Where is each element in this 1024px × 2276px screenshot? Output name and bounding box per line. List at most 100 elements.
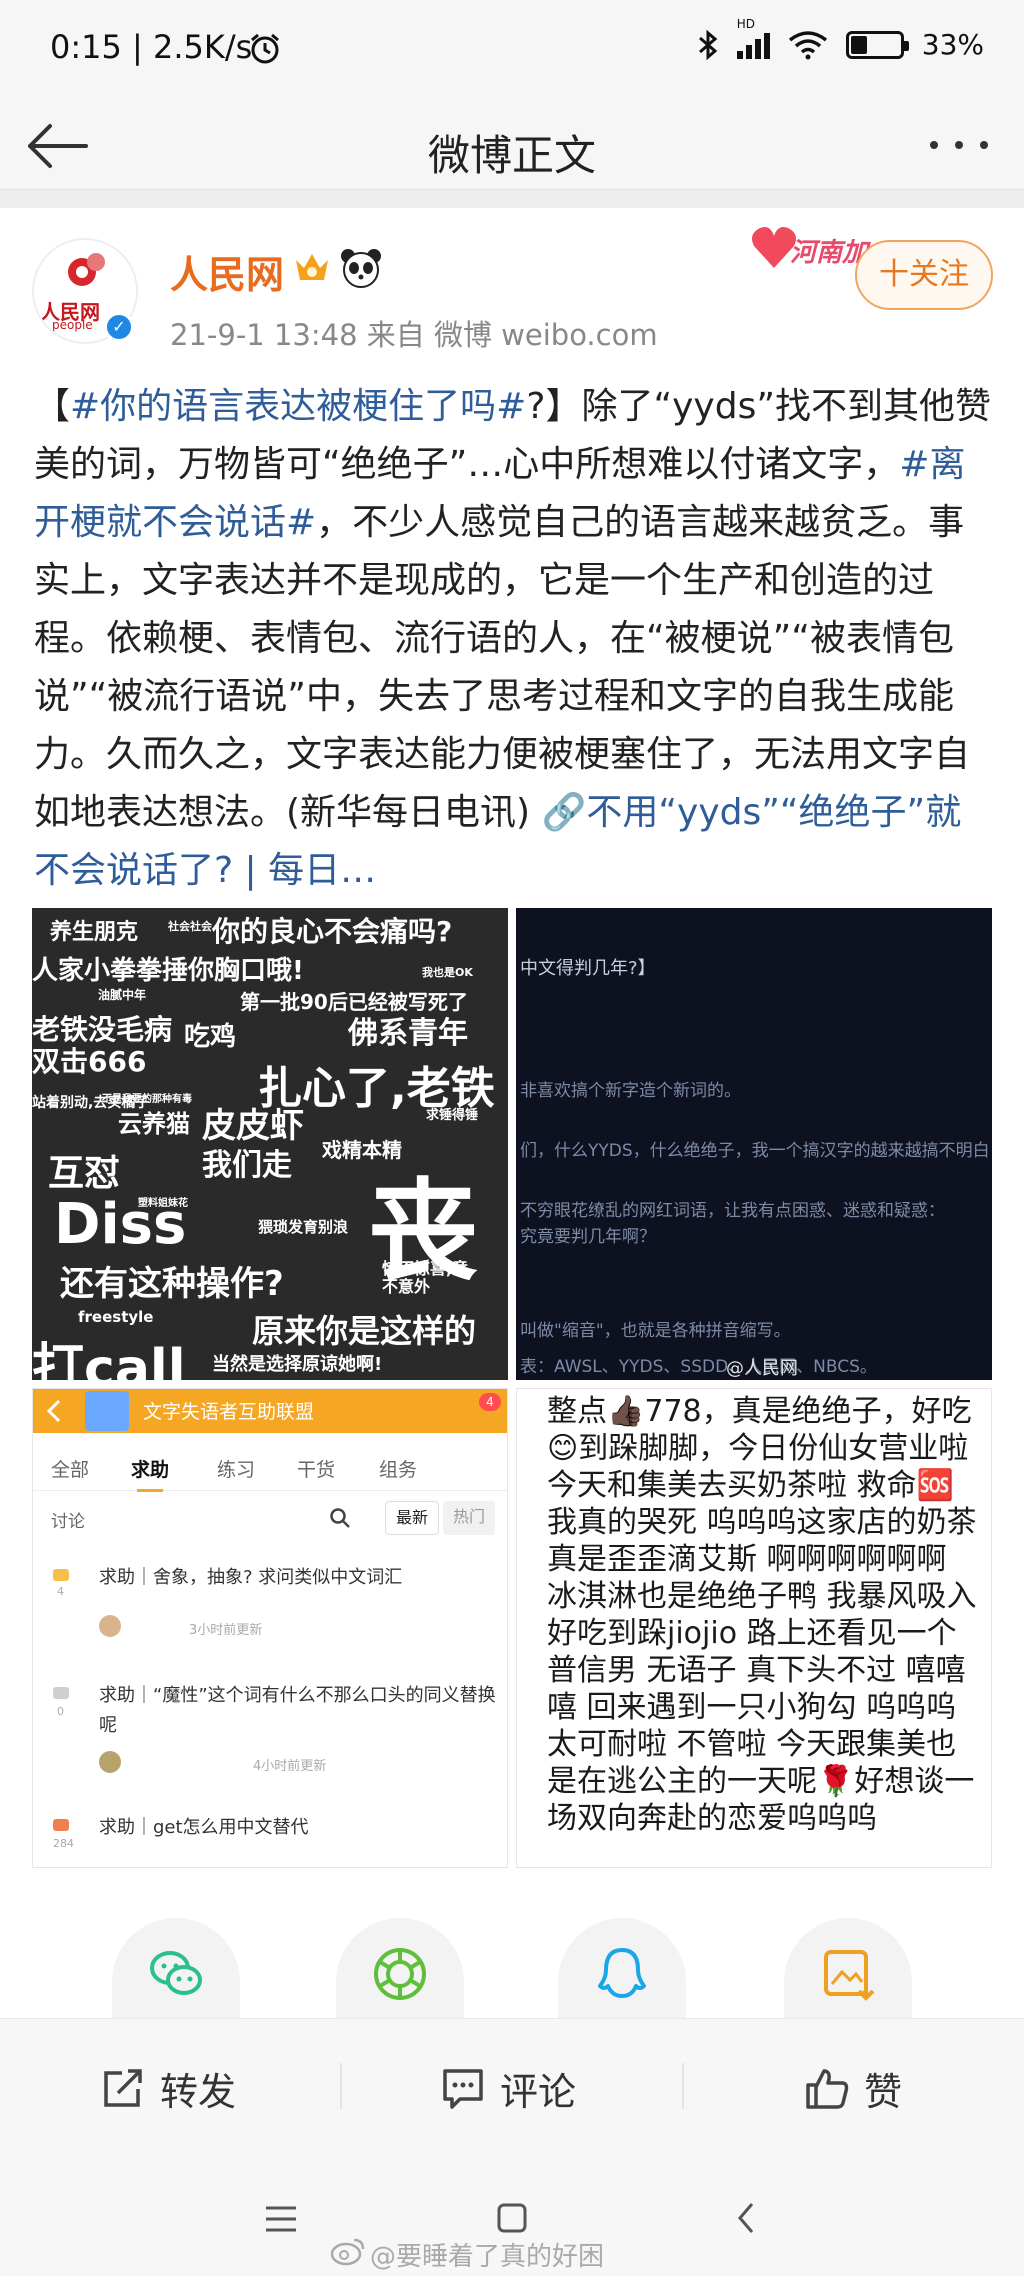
share-row: [0, 1918, 1024, 2018]
hd-label: HD: [736, 16, 756, 31]
thread-count: 284: [53, 1837, 74, 1850]
wifi-icon: [788, 30, 827, 59]
back-nav-icon[interactable]: [734, 2200, 758, 2236]
dark-text-line: 不穷眼花缭乱的网红词语，让我有点困惑、迷惑和疑惑：: [520, 1201, 945, 1221]
bluetooth-icon: [698, 29, 718, 60]
moments-icon: [374, 1948, 426, 2000]
share-qq-button[interactable]: [558, 1918, 686, 2018]
post-image-text-note[interactable]: 整点👍🏿778，真是绝绝子，好吃😊到跺脚脚，今日份仙女营业啦 今天和集美去买奶茶…: [516, 1388, 992, 1868]
collage-word: 你的良心不会痛吗?: [212, 915, 453, 948]
post-text-part: ，不少人感觉自己的语言越来越贫乏。事实上，文字表达并不是现成的，它是一个生产和创…: [34, 502, 971, 833]
sort-option: 热门: [443, 1501, 495, 1535]
comment-icon: [443, 2069, 483, 2109]
thread-avatar: [99, 1751, 121, 1773]
thread-title: 求助｜get怎么用中文替代: [99, 1817, 309, 1838]
page-title: 微博正文: [427, 131, 596, 180]
thread-title: 求助｜“魔性”这个词有什么不那么口头的同义替换呢: [99, 1685, 496, 1736]
share-wechat-button[interactable]: [112, 1918, 240, 2018]
verified-badge-icon: ✓: [104, 312, 134, 342]
thread-time: 3小时前更新: [189, 1623, 263, 1638]
thread-title: 求助｜舍象，抽象? 求问类似中文词汇: [99, 1567, 403, 1588]
sort-option: 最新: [385, 1501, 439, 1535]
home-icon[interactable]: [496, 2202, 528, 2234]
like-button[interactable]: 赞: [804, 2063, 903, 2114]
collage-word: 当然是选择原谅她啊!: [212, 1354, 383, 1375]
post-text-part: 【: [34, 386, 71, 427]
dark-text-line: 们，什么YYDS，什么绝绝子，我一个搞汉字的越来越搞不明白: [520, 1141, 990, 1161]
back-icon: [46, 1399, 61, 1423]
signal-icon: HD: [736, 17, 770, 59]
dark-text-line: 表：AWSL、YYDS、SSDD、人民网、NBCS。: [520, 1357, 877, 1377]
comment-label: 评论: [500, 2069, 577, 2114]
post-image-forum[interactable]: 文字失语者互助联盟 4 全部 求助 练习 干货 组务 讨论 最新 热门 4 求助…: [32, 1388, 508, 1868]
status-time-speed: 0:15 | 2.5K/s: [50, 28, 253, 66]
image-watermark: @人民网: [726, 1358, 798, 1379]
collage-word: 互怼: [48, 1153, 121, 1194]
group-avatar: [85, 1391, 129, 1431]
note-text: 整点👍🏿778，真是绝绝子，好吃😊到跺脚脚，今日份仙女营业啦 今天和集美去买奶茶…: [547, 1394, 977, 1836]
battery-percent: 33%: [921, 28, 984, 61]
thread-icon: [53, 1569, 69, 1581]
post-image-dark-text[interactable]: 中文得判几年?】 非喜欢搞个新字造个新词的。 们，什么YYDS，什么绝绝子，我一…: [516, 908, 992, 1380]
forum-tab: 干货: [297, 1459, 336, 1481]
comment-button[interactable]: 评论: [440, 2063, 577, 2114]
collage-word: 养生朋克: [50, 920, 139, 945]
watermark: @要睡着了真的好困: [370, 2242, 605, 2272]
more-icon[interactable]: [924, 130, 994, 160]
menu-icon[interactable]: [264, 2204, 298, 2234]
collage-word: 我也是OK: [422, 966, 473, 979]
notification-badge: 4: [479, 1393, 501, 1411]
collage-word: 油腻中年: [98, 988, 147, 1002]
collage-word: 还有这种操作?: [60, 1264, 284, 1304]
dark-text-line: 中文得判几年?】: [520, 958, 656, 979]
divider: [682, 2063, 684, 2109]
forum-tabs: 全部 求助 练习 干货 组务: [33, 1447, 507, 1492]
weibo-logo-icon: [330, 2238, 365, 2266]
collage-word: 社会社会: [168, 920, 212, 933]
collage-word: 求锤得锤: [426, 1108, 479, 1123]
forum-tab: 求助: [131, 1455, 169, 1492]
like-label: 赞: [864, 2069, 903, 2114]
collage-word: 打call: [32, 1339, 186, 1380]
alarm-icon: [251, 33, 279, 64]
thread-count: 0: [57, 1705, 64, 1718]
thread-avatar: [99, 1615, 121, 1637]
collage-word: 塑料姐妹花: [138, 1198, 188, 1209]
post-image-collage[interactable]: 养生朋克 社会社会 你的良心不会痛吗? 人家小拳拳捶你胸口哦! 油腻中年 我也是…: [32, 908, 508, 1380]
forum-header: 文字失语者互助联盟 4: [33, 1389, 507, 1433]
collage-word: 原来你是这样的: [252, 1312, 477, 1350]
collage-word: 惊不惊喜,意不意外: [382, 1259, 469, 1296]
collage-word: 猥琐发育别浪: [258, 1218, 349, 1236]
dark-text-line: 叫做"缩音"，也就是各种拼音缩写。: [520, 1321, 791, 1341]
forum-tab: 组务: [379, 1459, 418, 1481]
username[interactable]: 人民网: [170, 244, 284, 299]
thread-icon: [53, 1819, 69, 1831]
qq-icon: [598, 1948, 646, 1998]
status-bar: 0:15 | 2.5K/s HD 33%: [0, 0, 1024, 100]
avatar-logo-sub: people: [52, 318, 93, 332]
nav-bar: 微博正文: [0, 100, 1024, 190]
repost-label: 转发: [160, 2069, 237, 2114]
follow-button[interactable]: 十关注: [855, 240, 993, 310]
thread-time: 4小时前更新: [253, 1759, 327, 1774]
collage-word: freestyle: [78, 1308, 154, 1326]
divider: [340, 2063, 342, 2109]
collage-word: 不是我要的那种有毒: [102, 1094, 192, 1105]
dark-text-line: 究竟要判几年啊？: [520, 1227, 656, 1247]
separator: [0, 190, 1024, 208]
status-icons: HD 33%: [697, 17, 984, 61]
repost-button[interactable]: 转发: [100, 2063, 237, 2114]
logo-icon: [68, 253, 105, 286]
collage-word: 云养猫: [118, 1110, 190, 1138]
collage-word: 人家小拳拳捶你胸口哦!: [32, 956, 304, 986]
collage-word: 双击666: [32, 1045, 147, 1078]
battery-icon: [845, 30, 909, 59]
hashtag-link[interactable]: #你的语言表达被梗住了吗#: [70, 386, 526, 427]
forum-tab: 练习: [217, 1459, 256, 1481]
dark-text-line: 非喜欢搞个新字造个新词的。: [520, 1081, 741, 1101]
thread-icon: [53, 1687, 69, 1699]
share-moments-button[interactable]: [336, 1918, 464, 2018]
collage-word: 吃鸡: [184, 1022, 237, 1052]
save-image-button[interactable]: [784, 1918, 912, 2018]
thread-count: 4: [57, 1585, 64, 1598]
